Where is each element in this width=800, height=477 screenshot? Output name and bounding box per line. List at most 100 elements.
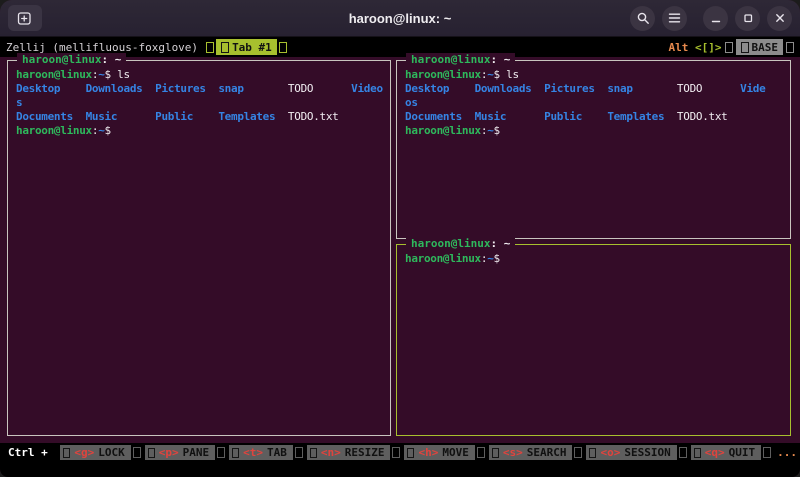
search-button[interactable] <box>630 6 655 31</box>
hint-label: QUIT <box>729 446 756 459</box>
window-bottom-edge <box>0 462 800 477</box>
status-hint-group: <o> SESSION <box>586 445 686 460</box>
terminal-line: haroon@linux:~$ <box>405 252 784 266</box>
status-hint-resize[interactable]: <n> RESIZE <box>307 445 391 460</box>
menu-button[interactable] <box>662 6 687 31</box>
pane-title-user: haroon@linux <box>411 237 490 250</box>
hint-label: MOVE <box>442 446 469 459</box>
powerline-glyph-icon <box>725 42 733 53</box>
hint-label: SEARCH <box>527 446 567 459</box>
close-icon <box>774 12 786 24</box>
terminal-pane-right-top[interactable]: haroon@linux: ~ haroon@linux:~$ lsDeskto… <box>396 60 791 239</box>
status-hint-group: <h> MOVE <box>404 445 484 460</box>
new-tab-button[interactable] <box>8 5 42 31</box>
powerline-glyph-icon <box>63 448 70 458</box>
ctrl-prefix: Ctrl + <box>8 446 54 459</box>
powerline-glyph-icon <box>741 42 749 53</box>
titlebar: haroon@linux: ~ <box>0 0 800 37</box>
status-hint-quit[interactable]: <q>QUIT <box>691 445 761 460</box>
hint-label: TAB <box>267 446 287 459</box>
status-hint-lock[interactable]: <g> LOCK <box>60 445 130 460</box>
minimize-button[interactable] <box>703 6 728 31</box>
powerline-glyph-icon <box>148 448 155 458</box>
terminal-line: Desktop Downloads Pictures snap TODO Vid… <box>405 82 784 96</box>
powerline-glyph-icon <box>763 447 771 458</box>
terminal-pane-right-bottom-active[interactable]: haroon@linux: ~ haroon@linux:~$ <box>396 244 791 436</box>
powerline-glyph-icon <box>786 42 794 53</box>
close-button[interactable] <box>767 6 792 31</box>
maximize-button[interactable] <box>735 6 760 31</box>
pane-content: haroon@linux:~$ lsDesktop Downloads Pict… <box>397 61 790 138</box>
powerline-glyph-icon <box>221 42 229 53</box>
alt-hint: Alt <[]> <box>669 41 722 54</box>
terminal-line: haroon@linux:~$ <box>16 124 384 138</box>
powerline-glyph-icon <box>310 448 317 458</box>
powerline-glyph-icon <box>217 447 225 458</box>
pane-title: haroon@linux: ~ <box>17 53 126 67</box>
minimize-icon <box>710 12 722 24</box>
terminal-line: s <box>16 96 384 110</box>
hint-key: <s> <box>503 446 523 459</box>
hint-key: <n> <box>321 446 341 459</box>
menu-icon <box>668 12 681 24</box>
powerline-glyph-icon <box>133 447 141 458</box>
workspace: haroon@linux: ~ haroon@linux:~$ lsDeskto… <box>0 57 800 443</box>
status-hint-group: <s> SEARCH <box>489 445 583 460</box>
powerline-glyph-icon <box>295 447 303 458</box>
status-hint-move[interactable]: <h> MOVE <box>404 445 474 460</box>
status-hint-group: <q>QUIT <box>691 445 771 460</box>
session-name: Zellij (mellifluous-foxglove) <box>6 41 198 54</box>
terminal-line: Documents Music Public Templates TODO.tx… <box>405 110 784 124</box>
hint-label: SESSION <box>624 446 670 459</box>
mode-indicator: BASE <box>736 39 784 55</box>
alt-hint-label: Alt <box>669 41 696 54</box>
hint-key: <h> <box>418 446 438 459</box>
hint-key: <p> <box>159 446 179 459</box>
status-hint-group: <t>TAB <box>229 445 303 460</box>
hint-label: PANE <box>183 446 210 459</box>
alt-hint-keys: <[]> <box>695 41 722 54</box>
status-hints: <g> LOCK <p> PANE <t>TAB <n> RESIZE <h> MOVE <s> S… <box>60 445 771 460</box>
powerline-glyph-icon <box>392 447 400 458</box>
powerline-glyph-icon <box>694 448 701 458</box>
powerline-glyph-icon <box>477 447 485 458</box>
terminal-line: Desktop Downloads Pictures snap TODO Vid… <box>16 82 384 96</box>
terminal-window: haroon@linux: ~ <box>0 0 800 477</box>
hint-key: <g> <box>74 446 94 459</box>
terminal-line: haroon@linux:~$ ls <box>405 68 784 82</box>
powerline-glyph-icon <box>574 447 582 458</box>
status-bar: Ctrl + <g> LOCK <p> PANE <t>TAB <n> RESIZE <h> M… <box>0 443 800 462</box>
status-hint-group: <p> PANE <box>145 445 225 460</box>
terminal-line: Documents Music Public Templates TODO.tx… <box>16 110 384 124</box>
pane-content: haroon@linux:~$ lsDesktop Downloads Pict… <box>8 61 390 138</box>
powerline-glyph-icon <box>589 448 596 458</box>
mode-label: BASE <box>752 41 779 54</box>
status-hint-group: <g> LOCK <box>60 445 140 460</box>
pane-title-user: haroon@linux <box>411 53 490 66</box>
more-indicator: ... <box>777 446 797 459</box>
maximize-icon <box>742 12 754 24</box>
tab-ribbon-1[interactable]: Tab #1 <box>216 39 277 55</box>
powerline-glyph-icon <box>206 42 214 53</box>
status-hint-search[interactable]: <s> SEARCH <box>489 445 573 460</box>
powerline-glyph-icon <box>492 448 499 458</box>
pane-title-path: : ~ <box>490 53 510 66</box>
pane-title-user: haroon@linux <box>22 53 101 66</box>
powerline-glyph-icon <box>407 448 414 458</box>
pane-title: haroon@linux: ~ <box>406 237 515 251</box>
status-hint-pane[interactable]: <p> PANE <box>145 445 215 460</box>
search-icon <box>636 11 650 25</box>
status-hint-session[interactable]: <o> SESSION <box>586 445 676 460</box>
terminal-line: haroon@linux:~$ <box>405 124 784 138</box>
terminal-line: os <box>405 96 784 110</box>
hint-label: RESIZE <box>345 446 385 459</box>
titlebar-controls <box>630 6 792 31</box>
status-hint-group: <n> RESIZE <box>307 445 401 460</box>
new-tab-icon <box>17 11 33 26</box>
status-hint-tab[interactable]: <t>TAB <box>229 445 293 460</box>
powerline-glyph-icon <box>279 42 287 53</box>
powerline-glyph-icon <box>232 448 239 458</box>
terminal-pane-left[interactable]: haroon@linux: ~ haroon@linux:~$ lsDeskto… <box>7 60 391 436</box>
hint-label: LOCK <box>98 446 125 459</box>
hint-key: <o> <box>600 446 620 459</box>
